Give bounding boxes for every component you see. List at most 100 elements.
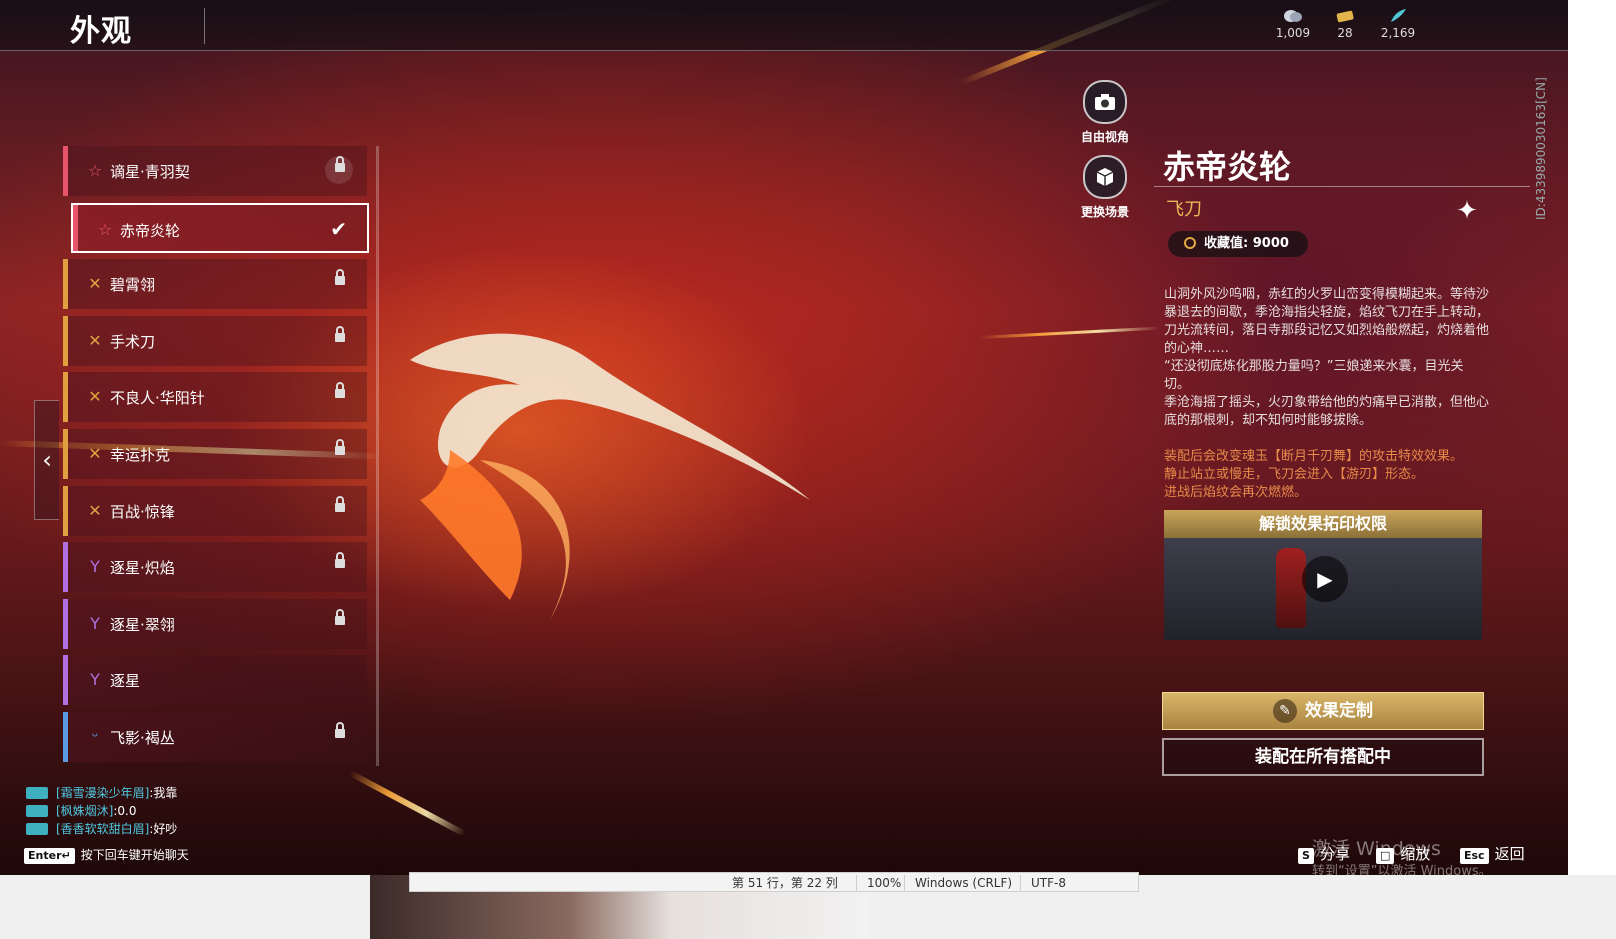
rarity-icon: ᵕ (91, 727, 99, 746)
equip-all-button[interactable]: 装配在所有搭配中 (1162, 738, 1484, 776)
title-underline (1154, 186, 1530, 187)
share-key-badge: S (1298, 848, 1314, 864)
list-item-label: 百战·惊锋 (110, 502, 175, 521)
list-item[interactable]: ✕ 不良人·华阳针 (63, 372, 367, 423)
list-item[interactable]: ✕ 幸运扑克 (63, 429, 367, 479)
check-icon: ✔ (330, 216, 347, 241)
chat-input-hint[interactable]: Enter↵ 按下回车键开始聊天 (24, 846, 189, 864)
rarity-bar (63, 259, 68, 310)
list-item[interactable]: Y 逐星·翠翎 (63, 598, 367, 649)
list-item[interactable]: ✕ 百战·惊锋 (63, 485, 367, 536)
chat-text: :好吵 (149, 822, 178, 836)
gold-ticket-icon (1336, 10, 1354, 23)
unlock-preview-card[interactable]: 解锁效果拓印权限 ▶ (1164, 510, 1482, 640)
silver-coin-icon (1284, 10, 1302, 22)
list-item[interactable]: ☆ 谪星·青羽契 (63, 146, 367, 196)
sparkle-icon[interactable]: ✦ (1452, 196, 1482, 226)
rarity-bar (63, 372, 68, 423)
window-right-margin (1568, 0, 1616, 875)
rarity-icon: Y (90, 613, 100, 633)
collection-icon (1184, 237, 1196, 249)
collapse-panel-button[interactable]: ‹ (34, 400, 59, 520)
collection-value-badge: 收藏值: 9000 (1168, 231, 1308, 257)
list-item[interactable]: ☆ 赤帝炎轮 ✔ (71, 202, 369, 253)
chat-text: :0.0 (113, 804, 137, 818)
currency-ticket: 28 (1315, 8, 1375, 40)
enter-key-badge: Enter↵ (24, 848, 75, 864)
share-hotkey[interactable]: S 分享 (1298, 843, 1350, 864)
zoom-hotkey[interactable]: □ 缩放 (1376, 843, 1430, 864)
item-name: 赤帝炎轮 (1163, 148, 1292, 186)
chat-channel-icon (26, 787, 48, 799)
weapon-model (410, 333, 810, 620)
rarity-icon: ☆ (97, 219, 113, 239)
camera-icon (1095, 94, 1115, 110)
list-item-label: 手术刀 (110, 332, 156, 351)
currency-silver-value: 1,009 (1275, 26, 1311, 40)
rarity-bar (63, 429, 68, 479)
effect-custom-button[interactable]: ✎ 效果定制 (1162, 692, 1484, 730)
zoom-level[interactable]: 100% (856, 875, 901, 891)
change-scene-label: 更换场景 (1080, 205, 1129, 219)
list-item-label: 不良人·华阳针 (110, 389, 205, 408)
list-item-label: 赤帝炎轮 (120, 221, 181, 240)
list-item[interactable]: Y 逐星·炽焰 (63, 542, 367, 593)
description-paragraph: 山洞外风沙呜咽，赤红的火罗山峦变得模糊起来。等待沙暴退去的间歇，季沧海指尖轻旋，… (1164, 287, 1490, 356)
item-description: 山洞外风沙呜咽，赤红的火罗山峦变得模糊起来。等待沙暴退去的间歇，季沧海指尖轻旋，… (1164, 286, 1489, 430)
rarity-icon: ✕ (88, 444, 102, 463)
rarity-bar (73, 204, 78, 251)
list-item[interactable]: ✕ 手术刀 (63, 315, 367, 366)
effect-line: 装配后会改变魂玉【断月千刃舞】的攻击特效效果。 (1164, 449, 1464, 464)
list-item-label: 逐星·翠翎 (110, 615, 175, 634)
back-label: 返回 (1494, 845, 1525, 863)
mouse-icon: □ (1376, 848, 1395, 864)
list-item-label: 幸运扑克 (110, 446, 171, 464)
chat-sender[interactable]: [枫姝烟沐] (56, 804, 113, 818)
description-paragraph: “还没彻底炼化那股力量吗？”三娘递来水囊，目光关切。 (1164, 359, 1464, 392)
rarity-bar (63, 655, 68, 706)
rarity-bar (63, 485, 68, 536)
list-item-label: 碧霄翎 (110, 276, 156, 295)
rarity-bar (63, 712, 68, 762)
chevron-left-icon: ‹ (42, 446, 52, 474)
list-item[interactable]: Y 逐星 (63, 655, 367, 706)
lock-icon (335, 722, 345, 738)
rarity-icon: ☆ (87, 161, 103, 180)
feather-icon (1391, 9, 1406, 22)
list-item[interactable]: ✕ 碧霄翎 (63, 259, 367, 310)
chat-sender[interactable]: [霜雪漫染少年眉] (56, 786, 149, 800)
list-scrollbar[interactable] (376, 146, 379, 766)
list-item-label: 逐星·炽焰 (110, 559, 175, 578)
list-item-label: 飞影·褐丛 (110, 729, 175, 747)
free-view-button[interactable]: 自由视角 (1075, 80, 1135, 145)
line-ending[interactable]: Windows (CRLF) (904, 875, 1012, 891)
change-scene-button[interactable]: 更换场景 (1075, 155, 1135, 220)
cursor-position: 第 51 行，第 22 列 (732, 876, 838, 890)
rarity-bar (63, 315, 68, 366)
chat-sender[interactable]: [香香软软甜白眉] (56, 822, 149, 836)
encoding[interactable]: UTF-8 (1020, 875, 1066, 891)
preview-character (1276, 548, 1306, 628)
list-item[interactable]: ᵕ 飞影·褐丛 (63, 712, 367, 762)
rarity-icon: Y (90, 557, 100, 577)
effect-line: 静止站立或慢走，飞刀会进入【游刃】形态。 (1164, 467, 1425, 482)
chat-channel-icon (26, 823, 48, 835)
description-paragraph: 季沧海摇了摇头，火刃象带给他的灼痛早已消散，但他心底的那根刺，却不知何时能够拔除… (1164, 395, 1490, 428)
item-type: 飞刀 (1166, 199, 1202, 220)
currency-feather: 2,169 (1368, 8, 1428, 40)
lock-icon (335, 552, 345, 569)
collection-value: 收藏值: 9000 (1204, 236, 1289, 251)
lock-icon (335, 382, 345, 399)
lock-icon (335, 495, 345, 512)
preview-video[interactable]: ▶ (1164, 538, 1482, 640)
play-icon[interactable]: ▶ (1302, 556, 1348, 602)
currency-silver: 1,009 (1263, 8, 1323, 40)
chat-message: [霜雪漫染少年眉]:我靠 (26, 784, 177, 802)
back-hotkey[interactable]: Esc 返回 (1460, 843, 1525, 864)
chat-message: [香香软软甜白眉]:好吵 (26, 820, 177, 838)
top-bar: 外观 1,009 28 2,169 (0, 0, 1568, 51)
chat-hint-text: 按下回车键开始聊天 (80, 848, 189, 862)
chat-log: [霜雪漫染少年眉]:我靠 [枫姝烟沐]:0.0 [香香软软甜白眉]:好吵 (26, 784, 177, 838)
rarity-bar (63, 542, 68, 593)
share-label: 分享 (1319, 845, 1350, 863)
